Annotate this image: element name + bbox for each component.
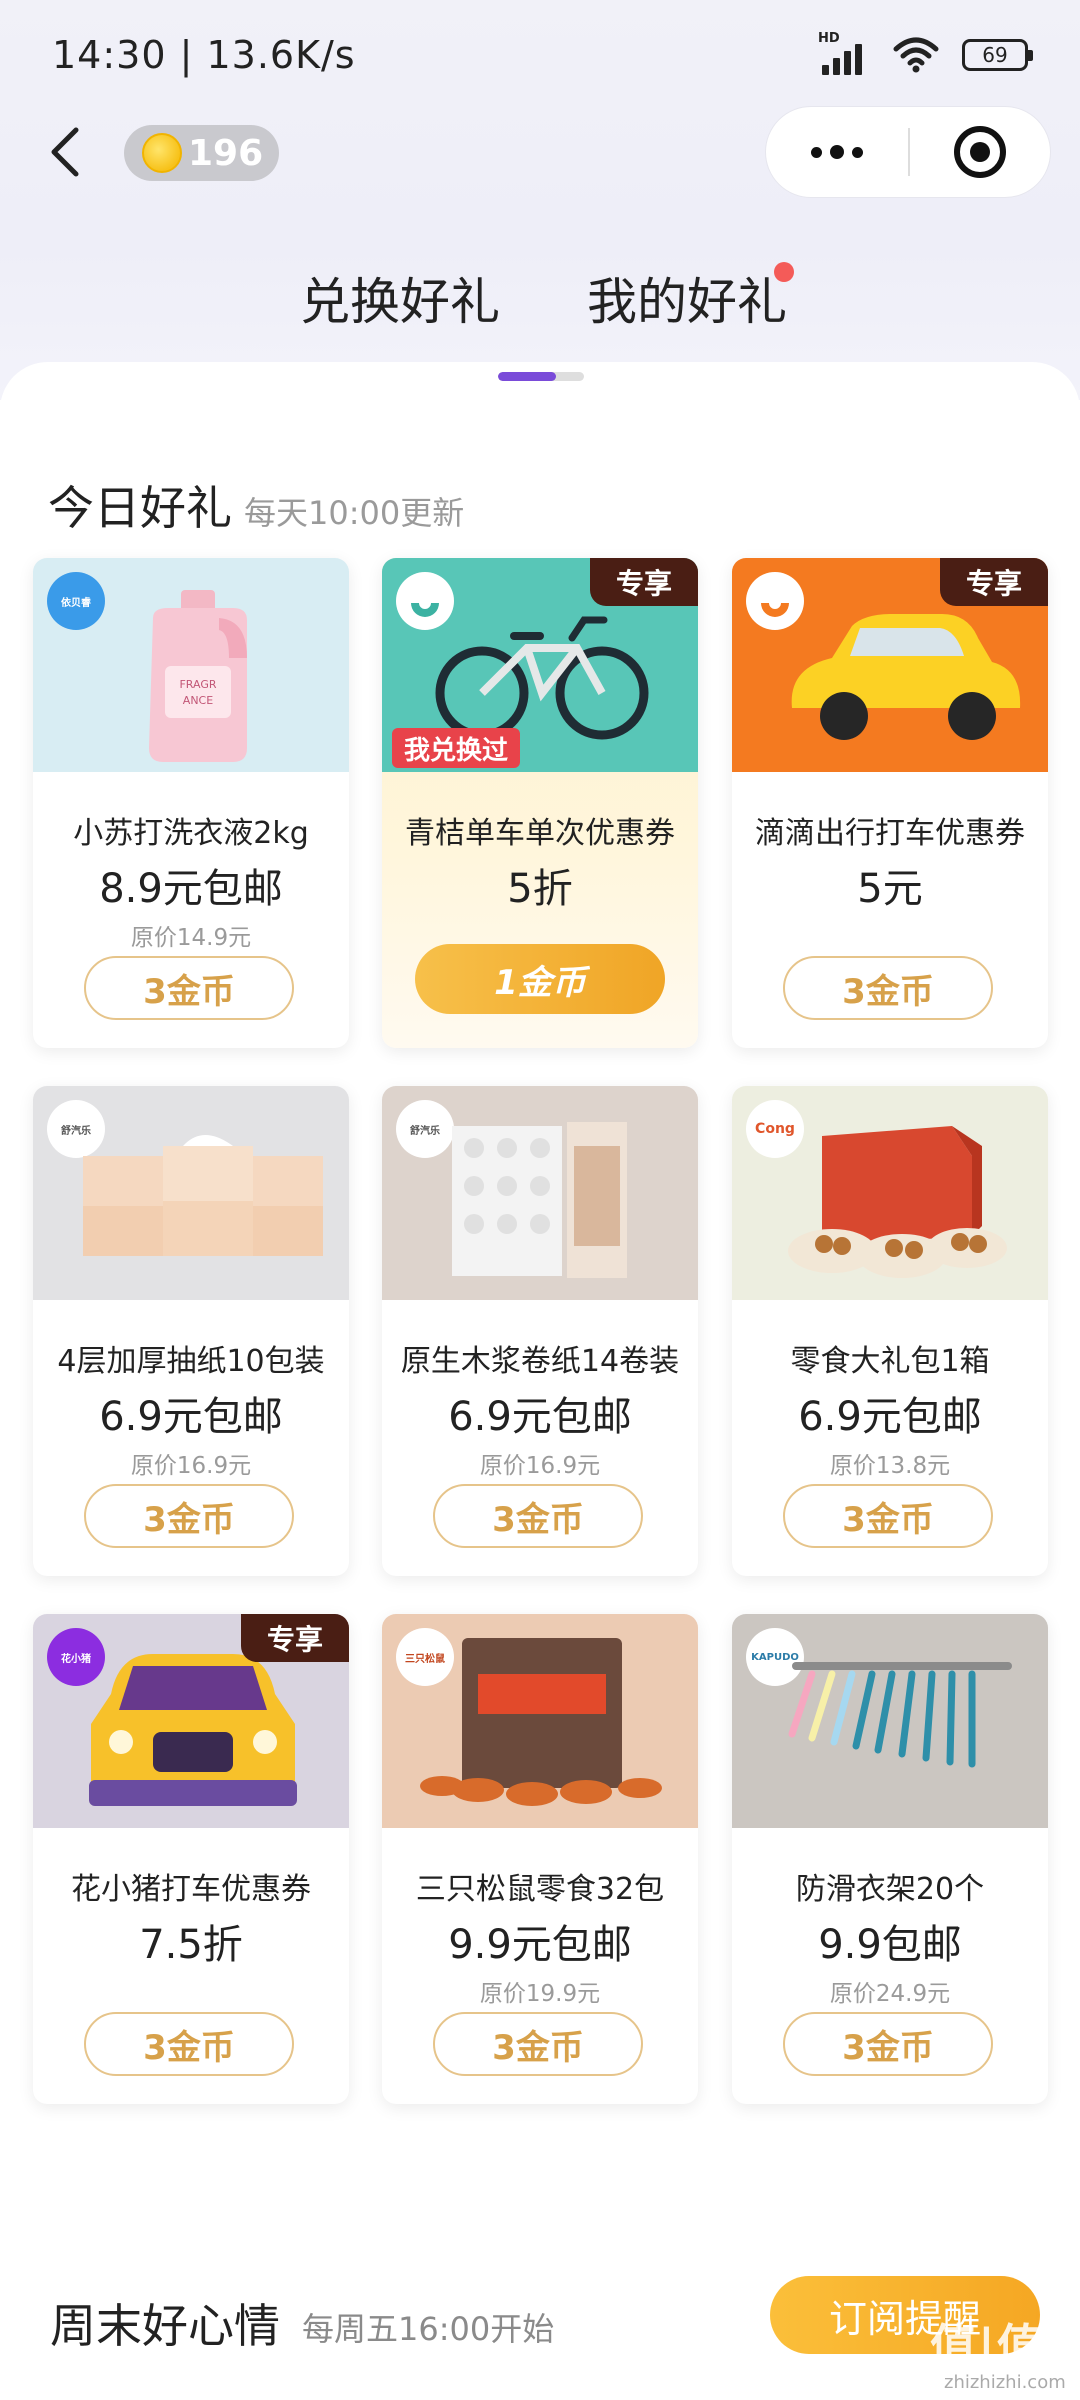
redeem-button[interactable]: 1金币 [415,944,665,1014]
tab-indicator [498,372,584,381]
product-name: 4层加厚抽纸10包装 [57,1344,325,1379]
product-price: 8.9元包邮 [99,866,283,912]
product-name: 防滑衣架20个 [795,1872,985,1907]
status-bar: 14:30 | 13.6K/s HD 69 [0,0,1080,110]
product-name: 花小猪打车优惠券 [71,1872,311,1907]
redeem-button[interactable]: 3金币 [84,2012,294,2076]
snack-bag-icon [420,1638,662,1806]
product-original-price: 原价19.9元 [479,1981,601,2007]
product-price: 6.9元包邮 [798,1394,982,1440]
notification-dot [774,262,794,282]
redeem-button[interactable]: 3金币 [84,1484,294,1548]
signal-icon: HD [818,31,870,75]
product-card[interactable]: 专享 滴滴出行打车优惠券 5元 3金币 [732,558,1048,1048]
product-name: 零食大礼包1箱 [790,1344,990,1379]
hanger-icon [788,1662,1012,1768]
more-dot [830,145,844,159]
battery-icon: 69 [962,39,1033,71]
status-icons: HD 69 [818,31,1033,75]
product-original-price: 原价16.9元 [479,1453,601,1479]
exclusive-tag: 专享 [940,558,1048,606]
product-image: 花小猪 专享 [33,1614,349,1828]
product-card[interactable]: 舒汽乐 原生木浆卷纸14卷装 6.9元包邮 原价16.9元 3金币 [382,1086,698,1576]
tissue-pack-icon [83,1135,323,1256]
product-image: 依贝睿 FRAGR ANCE [33,558,349,772]
product-card[interactable]: KAPUDO 防滑衣架20个 9.9包邮 原价24.9元 3金币 [732,1614,1048,2104]
product-name: 青桔单车单次优惠券 [405,816,675,851]
svg-text:FRAGR: FRAGR [179,678,216,691]
product-price: 9.9包邮 [818,1922,962,1968]
product-card[interactable]: 舒汽乐 4层加厚抽纸10包装 6.9元包邮 原价16.9元 3金币 [33,1086,349,1576]
mini-program-capsule [765,106,1051,198]
detergent-bottle-icon: FRAGR ANCE [149,590,247,762]
tab-exchange-label: 兑换好礼 [300,273,500,331]
watermark-url: zhizhizhi.com [944,2372,1066,2393]
product-price: 9.9元包邮 [448,1922,632,1968]
product-card[interactable]: 依贝睿 FRAGR ANCE 小苏打洗衣液2kg 8.9元包邮 原价14.9元 … [33,558,349,1048]
product-card[interactable]: 三只松鼠 三只松鼠零食32包 9.9元包邮 原价19.9元 3金币 [382,1614,698,2104]
product-image: 专享 我兑换过 [382,558,698,772]
product-price: 6.9元包邮 [448,1394,632,1440]
product-card[interactable]: Cong 零食大礼包1箱 6.9元包邮 原价13.8元 3金币 [732,1086,1048,1576]
section-title-today: 今日好礼 [48,481,232,535]
toilet-roll-icon [452,1122,627,1278]
product-name: 小苏打洗衣液2kg [73,816,309,851]
product-original-price: 原价14.9元 [130,925,252,951]
product-original-price: 原价16.9元 [130,1453,252,1479]
product-image: KAPUDO [732,1614,1048,1828]
tab-my-gifts[interactable]: 我的好礼 [587,262,787,334]
tab-exchange[interactable]: 兑换好礼 [300,262,500,342]
tab-my-gifts-label: 我的好礼 [587,273,787,331]
product-name: 三只松鼠零食32包 [415,1872,665,1907]
wifi-icon [893,37,939,73]
section-subtitle-today: 每天10:00更新 [244,494,465,532]
redeem-button[interactable]: 3金币 [783,1484,993,1548]
redeem-button[interactable]: 3金币 [783,956,993,1020]
product-original-price: 原价13.8元 [829,1453,951,1479]
product-price: 5折 [507,866,573,912]
product-image: Cong [732,1086,1048,1300]
status-time-speed: 14:30 | 13.6K/s [52,33,356,77]
close-button[interactable] [910,126,1050,178]
more-button[interactable] [766,107,908,197]
snack-box-icon [788,1126,1007,1278]
redeem-button[interactable]: 3金币 [433,1484,643,1548]
section-title-weekend: 周末好心情 [50,2299,280,2353]
target-icon [954,126,1006,178]
coin-balance[interactable]: 196 [124,125,279,181]
exclusive-tag: 专享 [241,1614,349,1662]
product-card[interactable]: 专享 我兑换过 青桔单车单次优惠券 5折 1金币 [382,558,698,1048]
section-subtitle-weekend: 每周五16:00开始 [302,2310,555,2348]
redeemed-tag: 我兑换过 [392,728,521,768]
product-image: 三只松鼠 [382,1614,698,1828]
coin-count: 196 [188,132,264,174]
more-dot [852,146,863,158]
coin-icon [142,133,182,173]
battery-level: 69 [982,43,1008,67]
product-image: 舒汽乐 [33,1086,349,1300]
redeem-button[interactable]: 3金币 [84,956,294,1020]
product-price: 5元 [857,866,923,912]
redeem-button[interactable]: 3金币 [783,2012,993,2076]
product-name: 原生木浆卷纸14卷装 [400,1344,680,1379]
product-original-price: 原价24.9元 [829,1981,951,2007]
redeem-button[interactable]: 3金币 [433,2012,643,2076]
chevron-left-icon [51,127,79,177]
product-name: 滴滴出行打车优惠券 [755,816,1025,851]
exclusive-tag: 专享 [590,558,698,606]
product-image: 专享 [732,558,1048,772]
product-price: 7.5折 [139,1922,243,1968]
back-button[interactable] [40,122,90,182]
product-card[interactable]: 花小猪 专享 花小猪打车优惠券 7.5折 3金币 [33,1614,349,2104]
more-dot [811,146,822,158]
product-image: 舒汽乐 [382,1086,698,1300]
product-price: 6.9元包邮 [99,1394,283,1440]
svg-text:ANCE: ANCE [183,694,213,707]
